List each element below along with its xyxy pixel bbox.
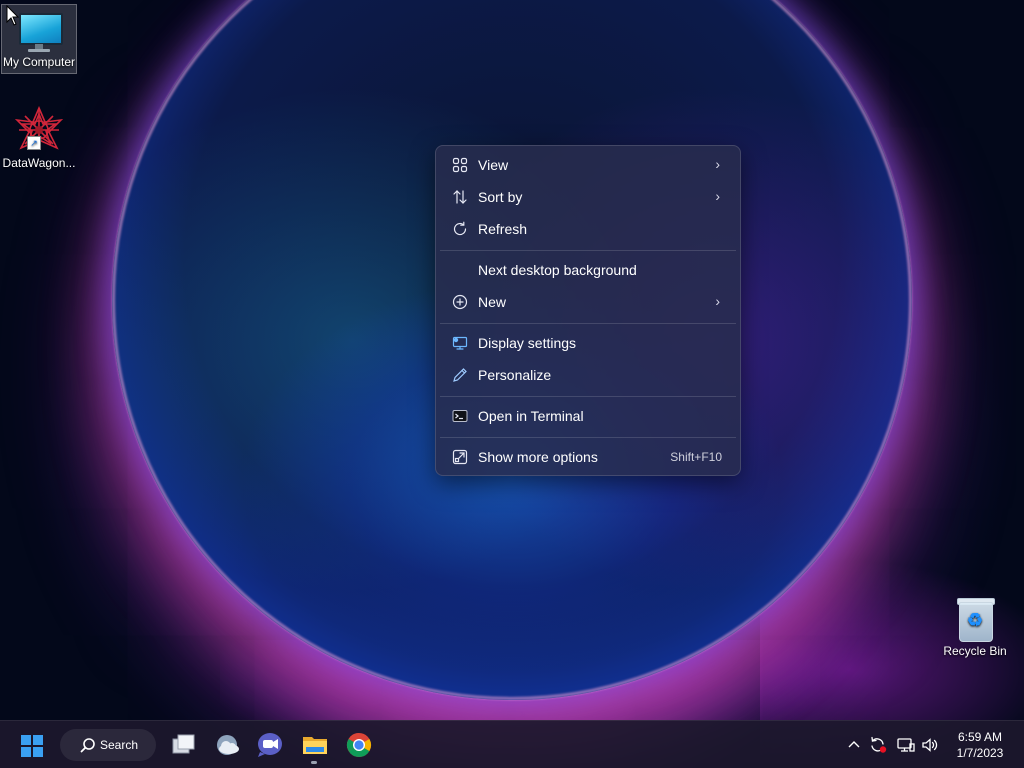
volume-icon xyxy=(922,738,938,752)
menu-item-next-background[interactable]: Next desktop background xyxy=(440,255,736,285)
menu-separator xyxy=(440,396,736,397)
widgets-button[interactable] xyxy=(207,725,247,765)
desktop-icon-label: My Computer xyxy=(2,55,76,69)
menu-separator xyxy=(440,437,736,438)
file-explorer-icon xyxy=(303,737,327,754)
menu-item-label: Next desktop background xyxy=(478,262,637,278)
teams-chat-icon xyxy=(258,733,282,757)
menu-item-label: View xyxy=(478,157,509,173)
display-settings-icon xyxy=(452,336,468,350)
chevron-right-icon: › xyxy=(715,293,720,309)
menu-item-label: Open in Terminal xyxy=(478,408,584,424)
menu-item-show-more-options[interactable]: Show more options Shift+F10 xyxy=(440,442,736,472)
search-button[interactable]: Search xyxy=(60,729,156,761)
plus-circle-icon xyxy=(452,294,468,310)
menu-item-label: New xyxy=(478,294,507,310)
terminal-icon xyxy=(452,410,468,422)
file-explorer-button[interactable] xyxy=(295,725,335,765)
menu-item-label: Show more options xyxy=(478,449,598,465)
network-icon xyxy=(897,738,915,752)
menu-separator xyxy=(440,250,736,251)
sort-icon xyxy=(453,190,467,204)
grid-view-icon xyxy=(452,157,468,173)
network-button[interactable] xyxy=(896,735,916,755)
chat-button[interactable] xyxy=(250,725,290,765)
desktop-icon-label: Recycle Bin xyxy=(943,644,1007,658)
start-button[interactable] xyxy=(12,725,52,765)
refresh-icon xyxy=(453,221,467,236)
show-hidden-icons-button[interactable] xyxy=(844,735,864,755)
menu-item-display-settings[interactable]: Display settings xyxy=(440,328,736,358)
expand-icon xyxy=(452,449,468,465)
datawagon-app-icon: ↗ xyxy=(14,105,64,154)
menu-item-refresh[interactable]: Refresh xyxy=(440,214,736,244)
desktop-context-menu: View › Sort by › Refresh Next desktop ba… xyxy=(435,145,741,476)
menu-item-personalize[interactable]: Personalize xyxy=(440,360,736,390)
menu-item-shortcut: Shift+F10 xyxy=(670,450,722,464)
task-view-button[interactable] xyxy=(163,725,203,765)
pen-icon xyxy=(453,368,467,382)
clock-date: 1/7/2023 xyxy=(956,746,1004,760)
menu-item-view[interactable]: View › xyxy=(440,150,736,180)
task-view-icon xyxy=(172,734,195,754)
monitor-icon xyxy=(17,9,63,53)
clock-time: 6:59 AM xyxy=(957,730,1003,744)
search-icon xyxy=(80,738,95,753)
taskbar: Search 6:59 AM 1/7/2023 xyxy=(0,720,1024,768)
chrome-icon xyxy=(346,733,372,758)
sync-alert-icon xyxy=(871,736,887,753)
desktop-icon-datawagon[interactable]: ↗ DataWagon... xyxy=(1,105,77,174)
desktop-icon-recycle-bin[interactable]: ♻ Recycle Bin xyxy=(937,596,1013,664)
chevron-up-icon xyxy=(848,741,860,748)
menu-item-label: Refresh xyxy=(478,221,528,237)
active-app-indicator xyxy=(311,761,317,764)
menu-item-label: Sort by xyxy=(478,189,523,205)
menu-item-sort-by[interactable]: Sort by › xyxy=(440,182,736,212)
menu-item-open-terminal[interactable]: Open in Terminal xyxy=(440,401,736,431)
weather-widget-icon xyxy=(217,735,239,755)
menu-item-label: Display settings xyxy=(478,335,577,351)
menu-item-new[interactable]: New › xyxy=(440,287,736,317)
chevron-right-icon: › xyxy=(715,188,720,204)
clock-button[interactable]: 6:59 AM 1/7/2023 xyxy=(950,729,1010,761)
windows-logo-icon xyxy=(21,735,43,757)
menu-separator xyxy=(440,323,736,324)
volume-button[interactable] xyxy=(920,735,940,755)
desktop-icon-label: DataWagon... xyxy=(2,156,76,170)
shortcut-arrow-icon: ↗ xyxy=(27,136,41,150)
sync-status-button[interactable] xyxy=(868,735,888,755)
chevron-right-icon: › xyxy=(715,156,720,172)
recycle-bin-icon: ♻ xyxy=(955,596,995,642)
chrome-button[interactable] xyxy=(339,725,379,765)
mouse-cursor-icon xyxy=(6,5,20,26)
menu-item-label: Personalize xyxy=(478,367,552,383)
search-label: Search xyxy=(100,738,139,752)
